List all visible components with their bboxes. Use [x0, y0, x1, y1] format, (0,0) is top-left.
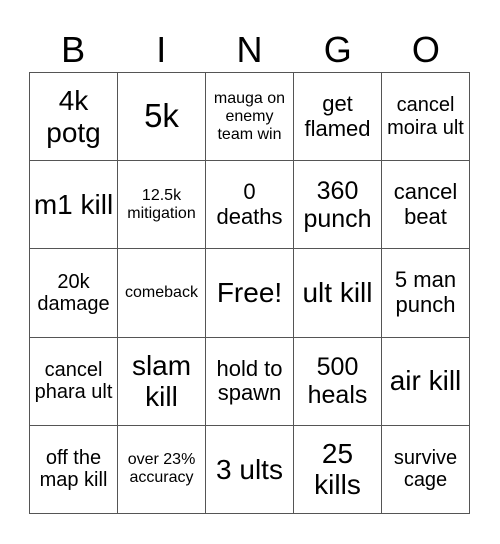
bingo-cell[interactable]: 3 ults: [205, 424, 294, 515]
bingo-cell[interactable]: m1 kill: [29, 160, 118, 250]
header-letter-g: G: [323, 29, 352, 70]
bingo-grid: 4k potg 5k mauga on enemy team win get f…: [29, 71, 470, 515]
bingo-cell[interactable]: 5 man punch: [381, 248, 470, 338]
bingo-cell[interactable]: 25 kills: [293, 424, 382, 515]
bingo-cell[interactable]: cancel beat: [381, 160, 470, 250]
bingo-cell[interactable]: cancel phara ult: [29, 336, 118, 426]
bingo-cell[interactable]: off the map kill: [29, 424, 118, 515]
bingo-cell[interactable]: over 23% accuracy: [117, 424, 206, 515]
bingo-cell[interactable]: 0 deaths: [205, 160, 294, 250]
bingo-header: B I N G O: [29, 28, 470, 72]
grid-row: cancel phara ult slam kill hold to spawn…: [29, 336, 470, 426]
bingo-cell[interactable]: 500 heals: [293, 336, 382, 426]
bingo-cell[interactable]: hold to spawn: [205, 336, 294, 426]
grid-row: m1 kill 12.5k mitigation 0 deaths 360 pu…: [29, 160, 470, 250]
bingo-cell[interactable]: 5k: [117, 71, 206, 162]
bingo-cell[interactable]: slam kill: [117, 336, 206, 426]
bingo-cell[interactable]: ult kill: [293, 248, 382, 338]
header-letter-n: N: [236, 29, 263, 70]
header-letter-i: I: [156, 29, 167, 70]
bingo-cell[interactable]: comeback: [117, 248, 206, 338]
grid-row: 4k potg 5k mauga on enemy team win get f…: [29, 71, 470, 162]
bingo-cell[interactable]: 360 punch: [293, 160, 382, 250]
bingo-cell[interactable]: mauga on enemy team win: [205, 71, 294, 162]
bingo-cell[interactable]: 20k damage: [29, 248, 118, 338]
bingo-cell[interactable]: 12.5k mitigation: [117, 160, 206, 250]
bingo-cell[interactable]: 4k potg: [29, 71, 118, 162]
bingo-cell[interactable]: cancel moira ult: [381, 71, 470, 162]
free-space-cell[interactable]: Free!: [205, 248, 294, 338]
grid-row: 20k damage comeback Free! ult kill 5 man…: [29, 248, 470, 338]
grid-row: off the map kill over 23% accuracy 3 ult…: [29, 424, 470, 515]
header-letter-b: B: [61, 29, 86, 70]
bingo-cell[interactable]: survive cage: [381, 424, 470, 515]
header-letter-o: O: [411, 29, 440, 70]
bingo-cell[interactable]: air kill: [381, 336, 470, 426]
bingo-cell[interactable]: get flamed: [293, 71, 382, 162]
